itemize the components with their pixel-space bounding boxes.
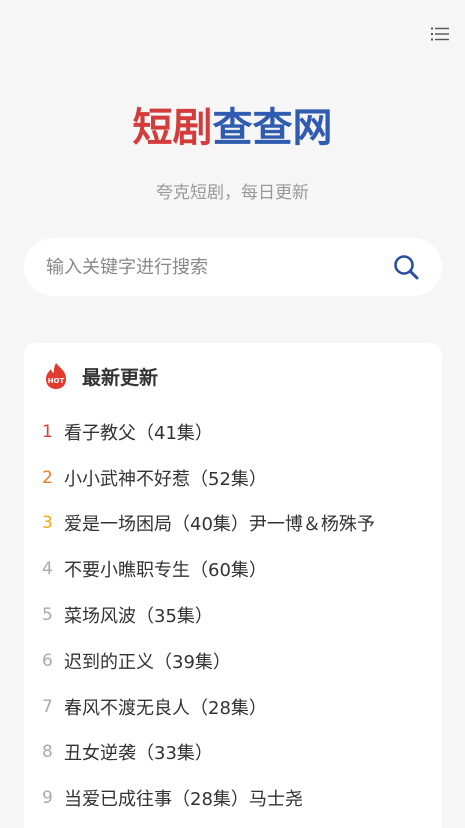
latest-list: 1 看子教父（41集） 2 小小武神不好惹（52集） 3 爱是一场困局（40集）尹一博＆杨… [42,409,424,828]
list-item[interactable]: 8 丑女逆袭（33集） [42,730,424,776]
rank-number: 3 [42,513,53,534]
rank-number: 5 [42,605,53,626]
search-input[interactable] [46,256,392,278]
list-item[interactable]: 1 看子教父（41集） [42,409,424,455]
drama-title: 春风不渡无良人（28集） [64,697,267,719]
list-item[interactable]: 4 不要小瞧职专生（60集） [42,546,424,592]
latest-updates-panel: HOT 最新更新 1 看子教父（41集） 2 小小武神不好惹（52集） 3 爱是一场困局（… [24,343,442,828]
drama-title: 看子教父（41集） [64,422,213,444]
panel-title: 最新更新 [82,366,159,389]
list-item[interactable]: 6 迟到的正义（39集） [42,638,424,684]
logo-part-1: 短剧 [132,105,213,151]
logo-part-2: 查查网 [212,105,333,151]
drama-title: 当爱已成往事（28集）马士尧 [64,789,303,811]
drama-title: 爱是一场困局（40集）尹一博＆杨殊予 [64,514,375,536]
list-item[interactable]: 7 春风不渡无良人（28集） [42,684,424,730]
search-icon[interactable] [392,253,420,281]
list-item[interactable]: 2 小小武神不好惹（52集） [42,455,424,501]
drama-title: 小小武神不好惹（52集） [64,468,267,490]
panel-header: HOT 最新更新 [42,343,424,409]
list-item[interactable]: 10父爱从收养开始（64集）樊楚琦 [42,821,424,828]
rank-number: 4 [42,559,53,580]
hot-fire-icon: HOT [46,363,66,389]
rank-number: 8 [42,742,53,763]
rank-number: 1 [42,421,53,442]
list-item[interactable]: 9 当爱已成往事（28集）马士尧 [42,775,424,821]
hot-badge-text: HOT [48,377,65,385]
menu-icon[interactable] [431,26,449,42]
rank-number: 9 [42,788,53,809]
rank-number: 6 [42,650,53,671]
drama-title: 丑女逆袭（33集） [64,743,213,765]
site-subtitle: 夸克短剧，每日更新 [156,183,309,203]
drama-title: 迟到的正义（39集） [64,651,231,673]
list-item[interactable]: 3 爱是一场困局（40集）尹一博＆杨殊予 [42,501,424,547]
drama-title: 菜场风波（35集） [64,606,213,628]
list-item[interactable]: 5 菜场风波（35集） [42,592,424,638]
rank-number: 2 [42,467,53,488]
drama-title: 不要小瞧职专生（60集） [64,560,267,582]
search-bar [24,238,442,296]
rank-number: 7 [42,696,53,717]
site-logo[interactable]: 短剧查查网 [0,100,465,156]
